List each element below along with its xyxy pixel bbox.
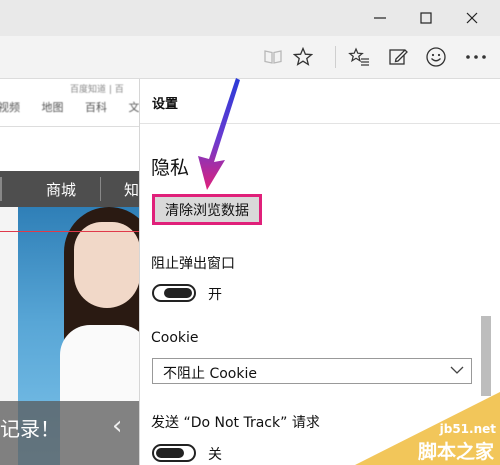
more-button[interactable] xyxy=(461,42,491,72)
feedback-smiley-icon xyxy=(426,47,446,67)
divider xyxy=(0,126,140,127)
nav-link[interactable]: 文 xyxy=(129,101,140,114)
settings-title: 设置 xyxy=(152,97,179,112)
title-bar xyxy=(0,0,500,36)
cookie-select-value: 不阻止 Cookie xyxy=(163,366,257,382)
minimize-icon xyxy=(374,17,386,19)
close-button[interactable] xyxy=(449,0,495,36)
watermark: jb51.net 脚本之家 xyxy=(355,392,500,465)
web-note-icon xyxy=(389,49,408,65)
nav-divider xyxy=(0,177,2,201)
toggle-knob xyxy=(156,448,184,458)
top-nav: 视频 地图 百科 文 xyxy=(0,99,140,115)
reading-view-button[interactable] xyxy=(258,42,288,72)
do-not-track-state: 关 xyxy=(208,447,222,463)
popup-blocker-label: 阻止弹出窗口 xyxy=(151,256,235,272)
banner-caption-bar: 记录！ ‹ xyxy=(0,401,140,465)
category-nav-bar: 商城 知 xyxy=(0,171,140,207)
favorite-star-button[interactable] xyxy=(288,42,318,72)
maximize-button[interactable] xyxy=(403,0,449,36)
clear-browsing-data-button[interactable]: 清除浏览数据 xyxy=(152,194,262,225)
nav-item-mall[interactable]: 商城 xyxy=(46,179,76,200)
toggle-knob xyxy=(164,288,192,298)
banner-figure-face xyxy=(74,222,140,308)
popup-blocker-toggle[interactable] xyxy=(152,284,196,302)
favorites-hub-icon xyxy=(348,47,369,66)
more-icon xyxy=(466,55,486,59)
cookie-select[interactable]: 不阻止 Cookie xyxy=(152,358,472,384)
cookie-label: Cookie xyxy=(151,330,199,346)
carousel-prev-icon[interactable]: ‹ xyxy=(112,411,122,441)
watermark-site: jb51.net xyxy=(439,422,496,436)
chevron-down-icon xyxy=(450,366,464,374)
web-note-button[interactable] xyxy=(383,42,413,72)
banner-caption: 记录！ xyxy=(0,417,60,441)
nav-item[interactable]: 知 xyxy=(124,179,139,200)
hub-button[interactable] xyxy=(344,42,374,72)
nav-divider xyxy=(100,177,101,201)
minimize-button[interactable] xyxy=(357,0,403,36)
popup-blocker-state: 开 xyxy=(208,287,222,303)
feedback-button[interactable] xyxy=(421,42,451,72)
nav-link[interactable]: 视频 xyxy=(0,101,20,114)
background-web-page: 百度知道 | 百 视频 地图 百科 文 商城 知 记录！ ‹ xyxy=(0,79,140,465)
reading-view-icon xyxy=(264,50,282,64)
star-icon xyxy=(293,47,313,66)
settings-header: 设置 xyxy=(140,79,500,124)
nav-link[interactable]: 地图 xyxy=(42,101,64,114)
top-links[interactable]: 百度知道 | 百 xyxy=(70,82,124,95)
settings-scrollbar[interactable] xyxy=(481,316,491,396)
do-not-track-label: 发送 “Do Not Track” 请求 xyxy=(151,415,320,431)
do-not-track-toggle[interactable] xyxy=(152,444,196,462)
watermark-name: 脚本之家 xyxy=(417,441,494,463)
privacy-heading: 隐私 xyxy=(151,157,190,179)
browser-toolbar xyxy=(0,36,500,79)
maximize-icon xyxy=(420,12,432,24)
close-icon xyxy=(466,12,478,24)
banner-image[interactable]: 记录！ ‹ xyxy=(0,207,140,465)
nav-link[interactable]: 百科 xyxy=(85,101,107,114)
toolbar-separator xyxy=(335,46,336,68)
